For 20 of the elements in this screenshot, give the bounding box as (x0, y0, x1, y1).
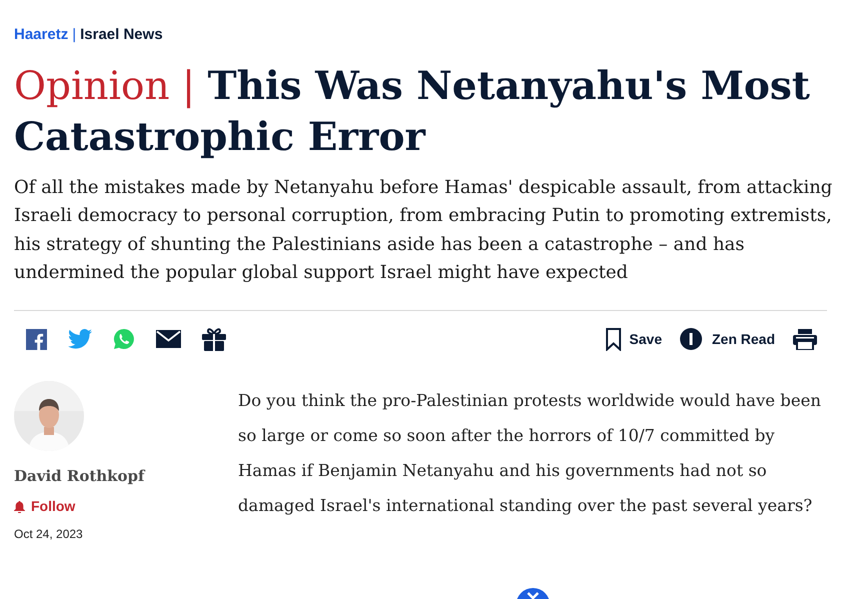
headline: Opinion | This Was Netanyahu's Most Catastrophic Error (14, 62, 811, 162)
follow-button[interactable]: Follow (14, 496, 76, 517)
save-button[interactable]: Save (606, 328, 662, 350)
section-link[interactable]: Israel News (80, 24, 163, 46)
site-link[interactable]: Haaretz (14, 24, 68, 46)
bird-icon[interactable] (68, 329, 92, 349)
author-name: David Rothkopf (14, 466, 146, 486)
chevron-down-icon[interactable] (516, 588, 550, 599)
breadcrumb-separator: | (72, 25, 76, 45)
bookmark-icon (606, 328, 622, 350)
print-button[interactable] (793, 328, 817, 350)
publish-date: Oct 24, 2023 (14, 526, 84, 543)
facebook-icon[interactable] (26, 328, 47, 350)
envelope-icon[interactable] (156, 330, 181, 348)
article-body: Do you think the pro-Palestinian protests worldwide would have been so large or come so soon after the horrors of 10/7 committed by Hamas if Benjamin Netanyahu and his governments had not so damaged Israel's international standing over the past several years? (238, 390, 822, 517)
subtitle: Of all the mistakes made by Netanyahu before Hamas' despicable assault, from attacking Israeli democracy to personal corruption, from embracing Putin to promoting extremists, his strategy of shunting the Palestinians aside has been a catastrophe – and has undermined the popular global support Israel might have expected (14, 176, 834, 285)
zen-read-button[interactable]: Zen Read (680, 328, 775, 350)
gift-icon[interactable] (202, 328, 226, 350)
bell-icon (14, 500, 25, 512)
reader-icon (680, 328, 702, 350)
